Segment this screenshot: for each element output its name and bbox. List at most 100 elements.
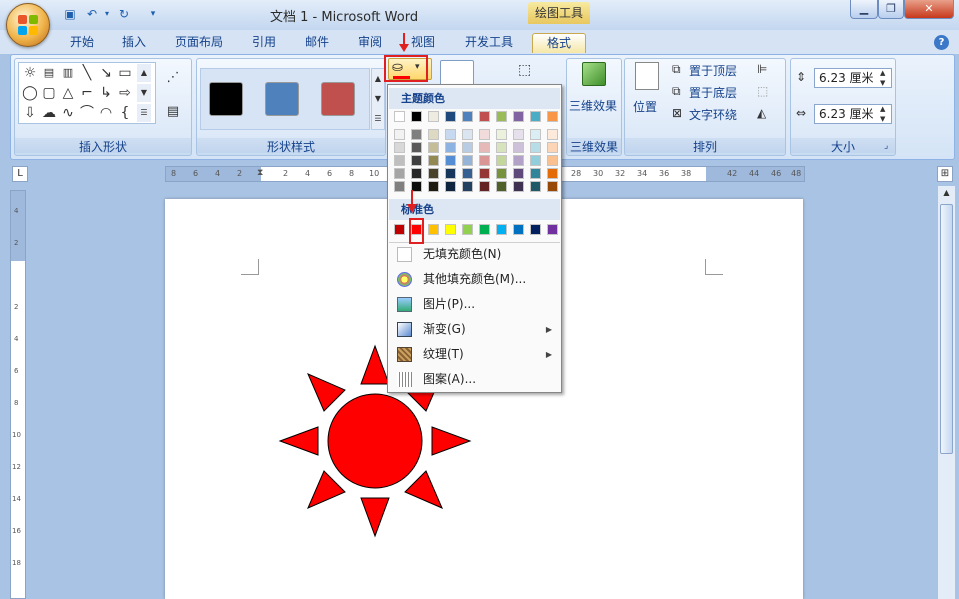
- office-button[interactable]: [6, 3, 50, 47]
- theme-shade-swatch[interactable]: [411, 142, 422, 153]
- theme-shade-swatch[interactable]: [547, 168, 558, 179]
- close-button[interactable]: ✕: [904, 0, 954, 19]
- 3d-effects-label[interactable]: 三维效果: [569, 97, 617, 114]
- tab-format[interactable]: 格式: [532, 33, 586, 53]
- theme-shade-swatch[interactable]: [547, 129, 558, 140]
- vertical-textbox-icon[interactable]: ▥: [59, 64, 77, 82]
- theme-shade-swatch[interactable]: [530, 129, 541, 140]
- indent-marker-icon[interactable]: ⧗: [257, 168, 263, 178]
- theme-shade-swatch[interactable]: [513, 155, 524, 166]
- edit-shape-icon[interactable]: ⋰: [160, 70, 186, 90]
- theme-shade-swatch[interactable]: [496, 181, 507, 192]
- theme-shade-swatch[interactable]: [496, 142, 507, 153]
- theme-shade-swatch[interactable]: [530, 142, 541, 153]
- oval-shape-icon[interactable]: ◯: [21, 84, 39, 102]
- scroll-thumb[interactable]: [940, 204, 953, 454]
- tab-mailings[interactable]: 邮件: [297, 33, 337, 53]
- theme-shade-swatch[interactable]: [513, 168, 524, 179]
- theme-color-swatch[interactable]: [547, 111, 558, 122]
- bring-to-front-button[interactable]: 置于顶层: [689, 62, 737, 79]
- tab-page-layout[interactable]: 页面布局: [168, 33, 230, 53]
- style-red-swatch[interactable]: [321, 82, 355, 116]
- theme-shade-swatch[interactable]: [394, 181, 405, 192]
- theme-shade-swatch[interactable]: [411, 155, 422, 166]
- theme-shade-swatch[interactable]: [530, 155, 541, 166]
- brace-shape-icon[interactable]: {: [116, 104, 134, 122]
- theme-shade-swatch[interactable]: [445, 142, 456, 153]
- text-wrap-button[interactable]: 文字环绕: [689, 106, 737, 123]
- theme-shade-swatch[interactable]: [428, 129, 439, 140]
- theme-shade-swatch[interactable]: [462, 142, 473, 153]
- view-ruler-icon[interactable]: ⊞: [937, 166, 953, 182]
- standard-color-swatch[interactable]: [496, 224, 507, 235]
- draw-textbox-icon[interactable]: ▤: [160, 104, 186, 124]
- theme-shade-swatch[interactable]: [462, 168, 473, 179]
- rectangle-shape-icon[interactable]: ▭: [116, 64, 134, 82]
- theme-shade-swatch[interactable]: [513, 142, 524, 153]
- vertical-ruler[interactable]: 4 2 2 4 6 8 10 12 14 16 18: [10, 190, 26, 599]
- textbox-shape-icon[interactable]: ▤: [40, 64, 58, 82]
- theme-shade-swatch[interactable]: [462, 181, 473, 192]
- standard-color-swatch[interactable]: [394, 224, 405, 235]
- theme-shade-swatch[interactable]: [394, 129, 405, 140]
- shape-gallery[interactable]: ☼ ▤ ▥ ╲ ↘ ▭ ◯ ▢ △ ⌐ ↳ ⇨ ⇩ ☁ ∿ ⌒ ◠ { ▲ ▼ …: [18, 62, 156, 124]
- theme-shade-swatch[interactable]: [462, 155, 473, 166]
- theme-shade-swatch[interactable]: [513, 129, 524, 140]
- theme-shade-swatch[interactable]: [411, 168, 422, 179]
- theme-shade-swatch[interactable]: [479, 129, 490, 140]
- theme-color-swatch[interactable]: [479, 111, 490, 122]
- rotate-icon[interactable]: ◭: [757, 106, 766, 120]
- elbow-arrow-icon[interactable]: ↳: [97, 84, 115, 102]
- change-shape-icon[interactable]: ⬚: [518, 62, 538, 82]
- help-icon[interactable]: ?: [934, 35, 949, 50]
- right-arrow-shape-icon[interactable]: ⇨: [116, 84, 134, 102]
- theme-shade-swatch[interactable]: [479, 142, 490, 153]
- theme-shade-swatch[interactable]: [394, 168, 405, 179]
- scroll-up-icon[interactable]: ▲: [940, 188, 953, 202]
- theme-color-swatch[interactable]: [394, 111, 405, 122]
- position-label[interactable]: 位置: [633, 98, 657, 115]
- align-icon[interactable]: ⊫: [757, 62, 767, 76]
- tab-references[interactable]: 引用: [244, 33, 284, 53]
- gallery-up-icon[interactable]: ▲: [137, 64, 151, 82]
- standard-color-swatch[interactable]: [462, 224, 473, 235]
- theme-shade-swatch[interactable]: [496, 129, 507, 140]
- theme-shade-swatch[interactable]: [445, 168, 456, 179]
- rounded-rect-icon[interactable]: ▢: [40, 84, 58, 102]
- theme-color-swatch[interactable]: [411, 111, 422, 122]
- theme-color-swatch[interactable]: [428, 111, 439, 122]
- 3d-effects-icon[interactable]: [582, 62, 606, 86]
- triangle-shape-icon[interactable]: △: [59, 84, 77, 102]
- theme-color-swatch[interactable]: [530, 111, 541, 122]
- theme-shade-swatch[interactable]: [428, 155, 439, 166]
- theme-shade-swatch[interactable]: [428, 142, 439, 153]
- theme-color-swatch[interactable]: [445, 111, 456, 122]
- standard-color-swatch[interactable]: [479, 224, 490, 235]
- style-black-swatch[interactable]: [209, 82, 243, 116]
- arc-shape-icon[interactable]: ◠: [97, 104, 115, 122]
- theme-shade-swatch[interactable]: [445, 129, 456, 140]
- theme-shade-swatch[interactable]: [462, 129, 473, 140]
- vertical-scrollbar[interactable]: ▲: [937, 186, 955, 599]
- tab-view[interactable]: 视图: [403, 33, 443, 53]
- menu-item[interactable]: 图案(A)...: [389, 367, 562, 392]
- theme-shade-swatch[interactable]: [428, 181, 439, 192]
- theme-shade-swatch[interactable]: [547, 181, 558, 192]
- theme-color-swatch[interactable]: [496, 111, 507, 122]
- theme-shade-swatch[interactable]: [496, 168, 507, 179]
- size-dialog-launcher-icon[interactable]: ⌟: [884, 141, 888, 151]
- undo-dropdown-icon[interactable]: ▾: [102, 6, 112, 22]
- tab-insert[interactable]: 插入: [114, 33, 154, 53]
- tab-home[interactable]: 开始: [62, 33, 102, 53]
- theme-shade-swatch[interactable]: [530, 181, 541, 192]
- theme-shade-swatch[interactable]: [411, 129, 422, 140]
- style-blue-swatch[interactable]: [265, 82, 299, 116]
- theme-shade-swatch[interactable]: [445, 181, 456, 192]
- standard-color-swatch[interactable]: [513, 224, 524, 235]
- line-shape-icon[interactable]: ╲: [78, 64, 96, 82]
- theme-shade-swatch[interactable]: [513, 181, 524, 192]
- standard-color-swatch[interactable]: [547, 224, 558, 235]
- theme-shade-swatch[interactable]: [479, 155, 490, 166]
- menu-item[interactable]: 渐变(G) ▶: [389, 317, 562, 342]
- gallery-down-icon[interactable]: ▼: [137, 84, 151, 102]
